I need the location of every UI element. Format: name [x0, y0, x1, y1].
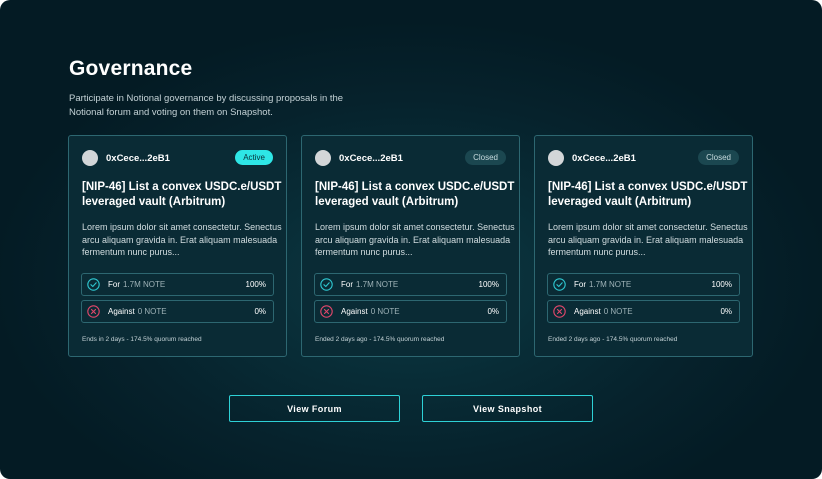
avatar	[82, 150, 98, 166]
proposal-card[interactable]: 0xCece...2eB1 Closed [NIP-46] List a con…	[301, 135, 520, 357]
vote-row-against: Against 0 NOTE 0%	[547, 300, 740, 323]
vote-amount: 0 NOTE	[137, 307, 167, 316]
page-title: Governance	[69, 57, 193, 80]
vote-label: Against	[341, 307, 368, 316]
status-badge: Closed	[465, 150, 506, 165]
status-badge: Active	[235, 150, 273, 165]
vote-amount: 1.7M NOTE	[356, 280, 399, 289]
vote-amount: 1.7M NOTE	[123, 280, 166, 289]
proposal-title[interactable]: [NIP-46] List a convex USDC.e/USDT lever…	[315, 180, 515, 210]
proposal-list: 0xCece...2eB1 Active [NIP-46] List a con…	[68, 135, 753, 357]
proposal-card[interactable]: 0xCece...2eB1 Closed [NIP-46] List a con…	[534, 135, 753, 357]
proposal-author: 0xCece...2eB1	[82, 150, 170, 166]
vote-percent: 100%	[711, 280, 732, 289]
author-address: 0xCece...2eB1	[339, 152, 403, 164]
vote-label: For	[108, 280, 120, 289]
x-circle-icon	[320, 305, 333, 318]
proposal-description: Lorem ipsum dolor sit amet consectetur. …	[548, 222, 748, 257]
view-snapshot-button[interactable]: View Snapshot	[422, 395, 593, 422]
proposal-footer: Ends in 2 days - 174.5% quorum reached	[82, 336, 202, 343]
view-forum-button[interactable]: View Forum	[229, 395, 400, 422]
proposal-footer: Ended 2 days ago - 174.5% quorum reached	[315, 336, 445, 343]
proposal-description: Lorem ipsum dolor sit amet consectetur. …	[82, 222, 282, 257]
vote-label: Against	[574, 307, 601, 316]
vote-label: Against	[108, 307, 135, 316]
governance-panel: Governance Participate in Notional gover…	[0, 0, 822, 479]
check-circle-icon	[553, 278, 566, 291]
vote-percent: 100%	[478, 280, 499, 289]
vote-row-against: Against 0 NOTE 0%	[314, 300, 507, 323]
vote-percent: 0%	[720, 307, 732, 316]
vote-amount: 0 NOTE	[603, 307, 633, 316]
vote-row-against: Against 0 NOTE 0%	[81, 300, 274, 323]
avatar	[315, 150, 331, 166]
vote-label: For	[574, 280, 586, 289]
vote-amount: 1.7M NOTE	[589, 280, 632, 289]
proposal-title[interactable]: [NIP-46] List a convex USDC.e/USDT lever…	[548, 180, 748, 210]
vote-row-for: For 1.7M NOTE 100%	[81, 273, 274, 296]
page-subtitle: Participate in Notional governance by di…	[69, 93, 344, 118]
vote-percent: 0%	[487, 307, 499, 316]
proposal-description: Lorem ipsum dolor sit amet consectetur. …	[315, 222, 515, 257]
proposal-card[interactable]: 0xCece...2eB1 Active [NIP-46] List a con…	[68, 135, 287, 357]
x-circle-icon	[553, 305, 566, 318]
proposal-author: 0xCece...2eB1	[548, 150, 636, 166]
author-address: 0xCece...2eB1	[572, 152, 636, 164]
proposal-title[interactable]: [NIP-46] List a convex USDC.e/USDT lever…	[82, 180, 282, 210]
vote-row-for: For 1.7M NOTE 100%	[314, 273, 507, 296]
check-circle-icon	[320, 278, 333, 291]
status-badge: Closed	[698, 150, 739, 165]
vote-amount: 0 NOTE	[370, 307, 400, 316]
avatar	[548, 150, 564, 166]
vote-percent: 0%	[254, 307, 266, 316]
check-circle-icon	[87, 278, 100, 291]
proposal-footer: Ended 2 days ago - 174.5% quorum reached	[548, 336, 678, 343]
author-address: 0xCece...2eB1	[106, 152, 170, 164]
vote-row-for: For 1.7M NOTE 100%	[547, 273, 740, 296]
vote-label: For	[341, 280, 353, 289]
vote-percent: 100%	[245, 280, 266, 289]
x-circle-icon	[87, 305, 100, 318]
proposal-author: 0xCece...2eB1	[315, 150, 403, 166]
